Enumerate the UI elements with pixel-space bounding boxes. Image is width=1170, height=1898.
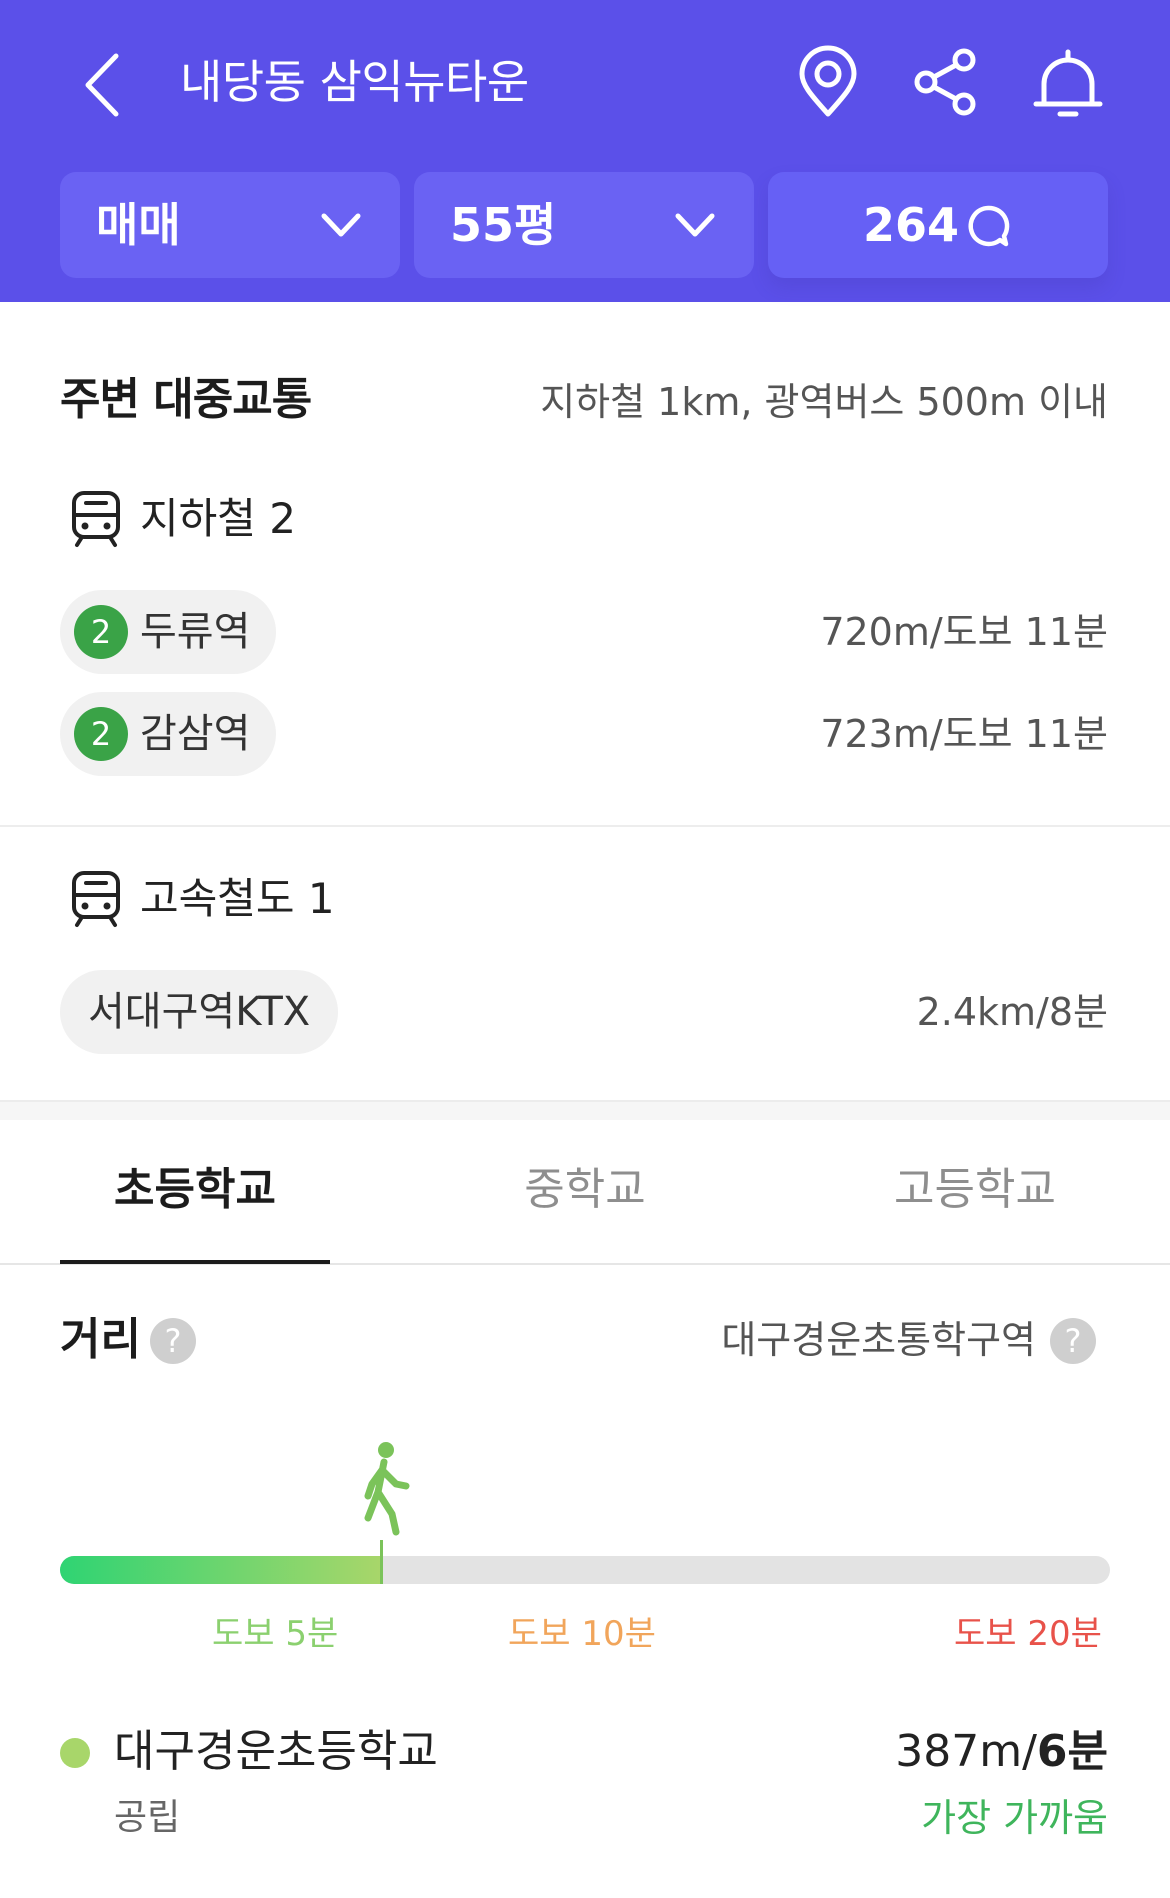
tab-high[interactable]: 고등학교 [840,1160,1110,1260]
active-tab-indicator [60,1260,330,1264]
station-distance: 2.4km/8분 [916,990,1108,1034]
station-name: 두류역 [140,609,251,655]
station-distance: 720m/도보 11분 [820,610,1108,654]
distance-title: 거리 [60,1314,141,1365]
express-label: 고속철도 1 [140,874,335,923]
section-divider [0,825,1170,827]
chevron-down-icon [321,213,361,237]
school-distance-value: 387m/ [895,1726,1037,1777]
distance-progress-bar [60,1556,1110,1584]
distance-progress-fill [60,1556,381,1584]
subway-label: 지하철 2 [140,494,296,543]
school-type: 공립 [114,1797,181,1838]
train-icon [72,491,120,547]
help-icon[interactable]: ? [1050,1318,1096,1364]
chat-bubble-icon [968,205,1010,247]
scale-label-5min: 도보 5분 [212,1614,339,1654]
transit-description: 지하철 1km, 광역버스 500m 이내 [540,380,1108,424]
bell-icon[interactable] [1030,44,1106,120]
chevron-down-icon [675,213,715,237]
school-zone-label: 대구경운초통학구역 [721,1318,1036,1362]
tab-elementary[interactable]: 초등학교 [60,1160,330,1260]
station-chip[interactable]: 서대구역KTX [60,970,339,1054]
tab-middle[interactable]: 중학교 [450,1160,720,1260]
share-icon[interactable] [908,44,984,120]
section-separator [0,1100,1170,1120]
location-pin-icon[interactable] [790,44,866,120]
deal-type-label: 매매 [96,198,181,252]
scale-label-10min: 도보 10분 [508,1614,656,1654]
school-name[interactable]: 대구경운초등학교 [114,1720,438,1784]
transit-title: 주변 대중교통 [60,374,312,425]
area-label: 55평 [450,198,557,252]
walking-person-icon [364,1442,410,1536]
station-distance: 723m/도보 11분 [820,712,1108,756]
talk-button[interactable]: 264 [768,172,1108,278]
help-icon[interactable]: ? [150,1318,196,1364]
station-name: 감삼역 [140,711,251,757]
station-name: 서대구역KTX [88,989,311,1035]
school-marker-dot [60,1738,90,1768]
area-dropdown[interactable]: 55평 [414,172,754,278]
school-distance: 387m/6분 [895,1720,1108,1784]
nearest-badge: 가장 가까움 [921,1796,1108,1840]
page-title: 내당동 삼익뉴타운 [180,55,529,109]
app-header: 내당동 삼익뉴타운 매매 55평 264 [0,0,1170,302]
station-chip[interactable]: 2 두류역 [60,590,277,674]
deal-type-dropdown[interactable]: 매매 [60,172,400,278]
talk-count: 264 [863,198,960,252]
school-walk-time: 6분 [1036,1726,1108,1777]
scale-label-20min: 도보 20분 [954,1614,1102,1654]
station-chip[interactable]: 2 감삼역 [60,692,277,776]
train-icon [72,871,120,927]
back-chevron-icon[interactable] [70,40,142,130]
express-category: 고속철도 1 [64,864,335,934]
distance-marker [380,1540,383,1584]
line-badge: 2 [74,707,128,761]
subway-category: 지하철 2 [64,484,296,554]
line-badge: 2 [74,605,128,659]
